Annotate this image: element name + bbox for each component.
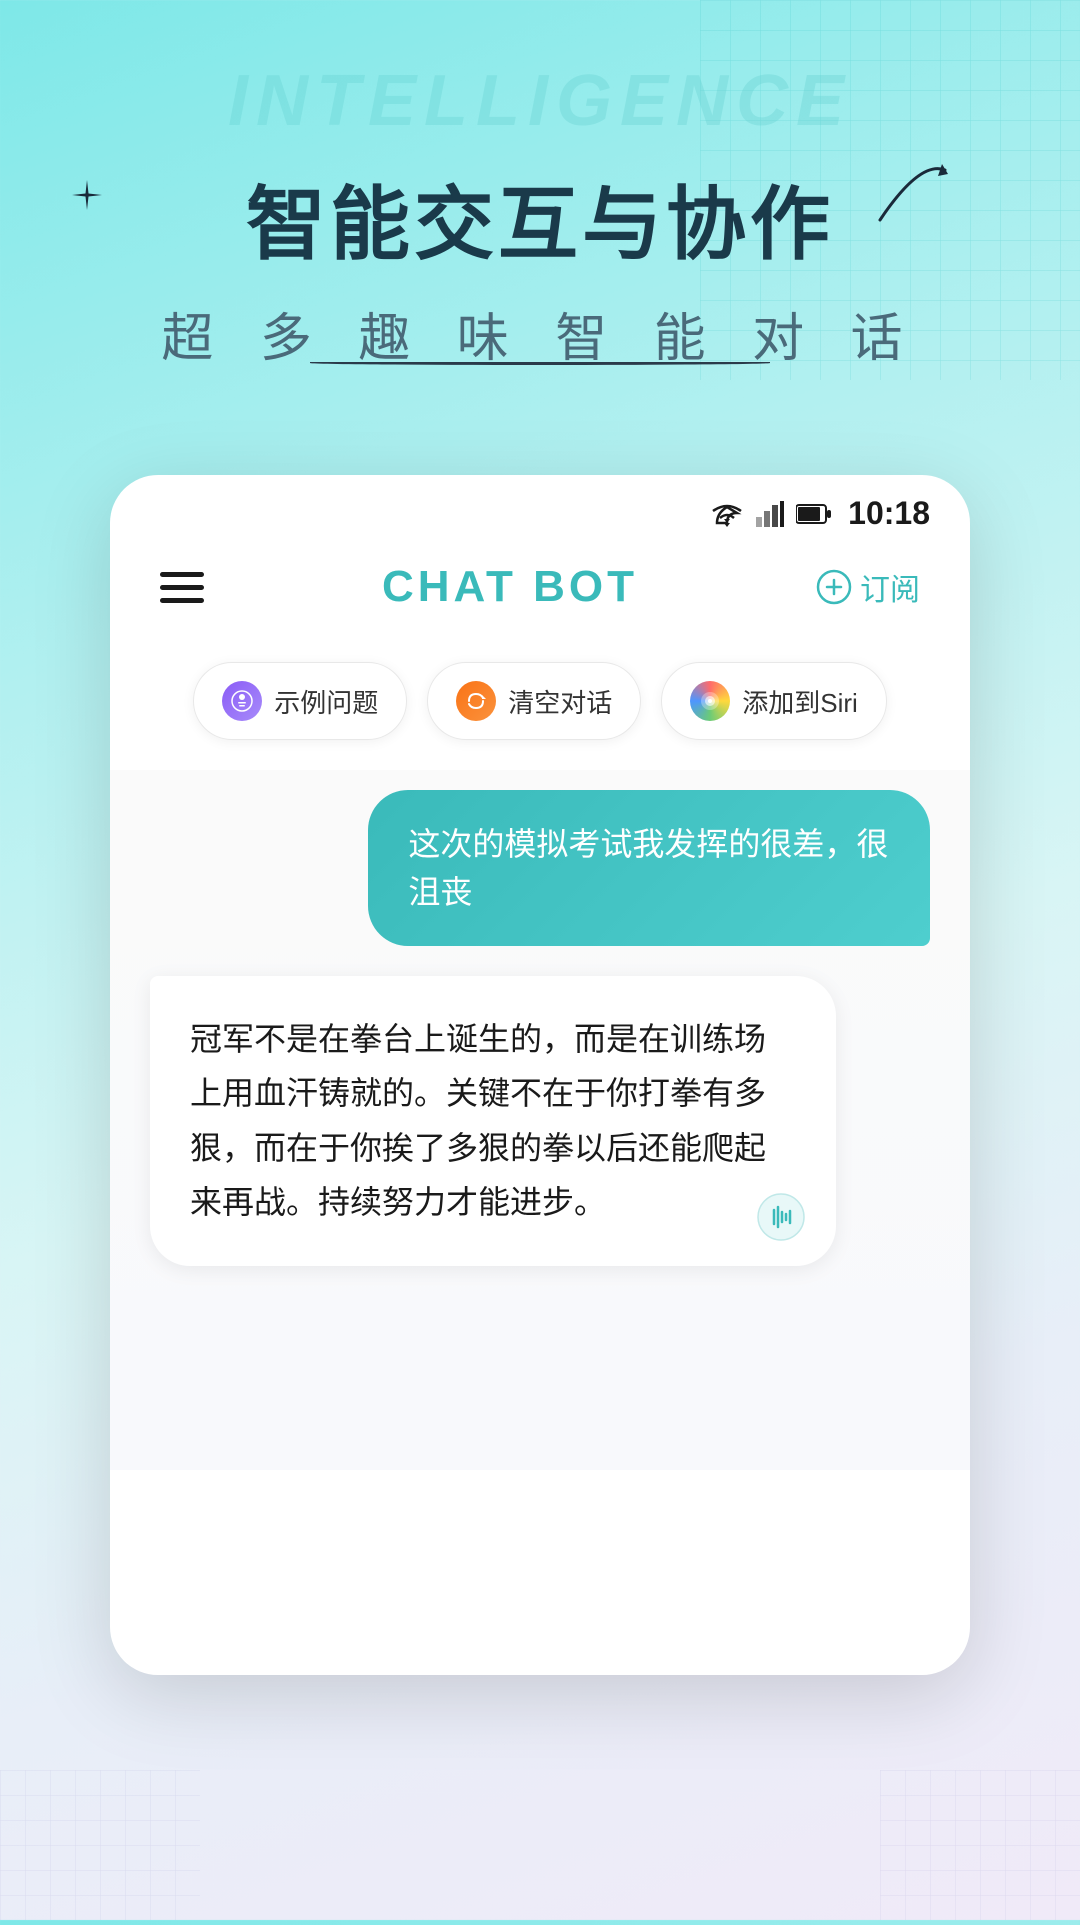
status-time: 10:18 bbox=[848, 495, 930, 532]
clear-label: 清空对话 bbox=[508, 683, 612, 720]
app-header: CHAT BOT 订阅 bbox=[110, 542, 970, 642]
user-bubble: 这次的模拟考试我发挥的很差，很沮丧 bbox=[368, 790, 930, 946]
bot-message: 冠军不是在拳台上诞生的，而是在训练场上用血汗铸就的。关键不在于你打拳有多狠，而在… bbox=[150, 976, 930, 1266]
bg-grid-bottom-right bbox=[880, 1770, 1080, 1920]
hero-title: 智能交互与协作 bbox=[80, 160, 1000, 276]
arrow-decoration bbox=[870, 150, 950, 249]
hero-section: INTELLIGENCE 智能交互与协作 超 多 趣 味 智 能 对 话 bbox=[0, 0, 1080, 435]
menu-icon[interactable] bbox=[160, 572, 204, 603]
siri-icon bbox=[690, 681, 730, 721]
app-title: CHAT BOT bbox=[382, 562, 638, 612]
status-icons bbox=[710, 501, 832, 527]
wifi-icon bbox=[710, 501, 744, 527]
bg-grid-bottom-left bbox=[0, 1770, 200, 1920]
plus-circle-icon bbox=[816, 569, 852, 605]
chat-area: 这次的模拟考试我发挥的很差，很沮丧 冠军不是在拳台上诞生的，而是在训练场上用血汗… bbox=[110, 770, 970, 1470]
user-message-text: 这次的模拟考试我发挥的很差，很沮丧 bbox=[408, 826, 888, 910]
phone-mockup: 10:18 CHAT BOT 订阅 bbox=[110, 475, 970, 1675]
signal-icon bbox=[756, 501, 784, 527]
subscribe-label: 订阅 bbox=[860, 565, 920, 609]
add-to-siri-button[interactable]: 添加到Siri bbox=[661, 662, 887, 740]
status-bar: 10:18 bbox=[110, 475, 970, 542]
subscribe-button[interactable]: 订阅 bbox=[816, 565, 920, 609]
subtitle-underline bbox=[310, 361, 770, 365]
example-icon bbox=[222, 681, 262, 721]
quick-actions: 示例问题 清空对话 添加到Siri bbox=[110, 642, 970, 770]
hero-subtitle: 超 多 趣 味 智 能 对 话 bbox=[80, 296, 1000, 371]
user-message: 这次的模拟考试我发挥的很差，很沮丧 bbox=[150, 790, 930, 946]
clear-chat-button[interactable]: 清空对话 bbox=[427, 662, 641, 740]
watermark-text: INTELLIGENCE bbox=[228, 60, 852, 142]
audio-play-button[interactable] bbox=[756, 1192, 806, 1242]
battery-icon bbox=[796, 503, 832, 525]
bot-bubble: 冠军不是在拳台上诞生的，而是在训练场上用血汗铸就的。关键不在于你打拳有多狠，而在… bbox=[150, 976, 836, 1266]
bot-message-text: 冠军不是在拳台上诞生的，而是在训练场上用血汗铸就的。关键不在于你打拳有多狠，而在… bbox=[190, 1021, 766, 1220]
clear-icon bbox=[456, 681, 496, 721]
example-questions-button[interactable]: 示例问题 bbox=[193, 662, 407, 740]
example-label: 示例问题 bbox=[274, 683, 378, 720]
siri-label: 添加到Siri bbox=[742, 683, 858, 720]
